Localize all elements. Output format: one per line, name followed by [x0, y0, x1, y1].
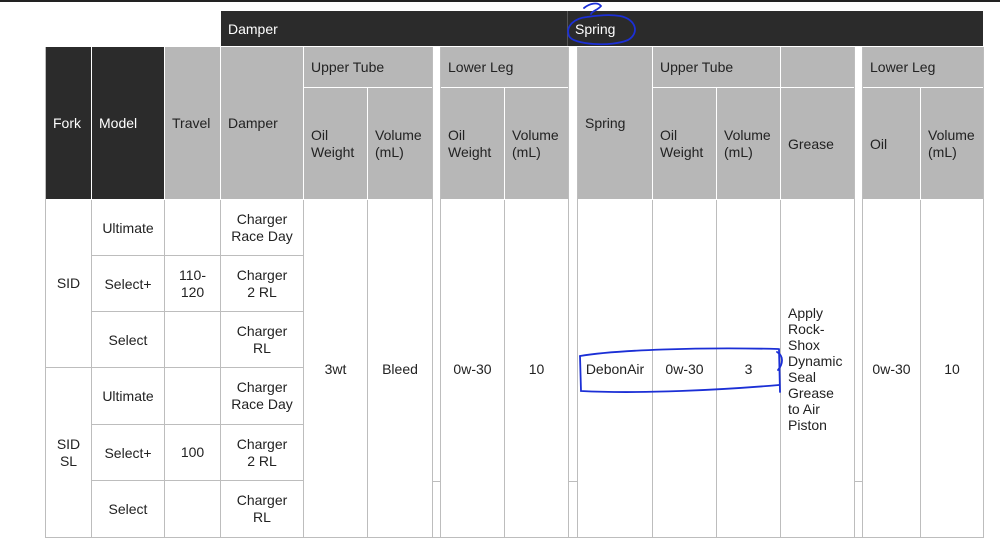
grid-line: [45, 367, 303, 368]
grid-line: [91, 311, 303, 312]
travel-sid-sl: 100: [165, 368, 220, 537]
spring-lower-volume: 10: [921, 200, 983, 537]
header-upper-tube-2: Upper Tube: [653, 47, 780, 87]
spring-upper-oil-weight: 0w-30: [653, 200, 716, 537]
header-fork: Fork: [46, 47, 91, 199]
fork-sid-sl: SID SL: [46, 368, 91, 537]
grid-line: [440, 47, 441, 538]
damper-cell: Charger RL: [221, 481, 303, 537]
model-cell: Select: [92, 312, 164, 367]
lower-leg-oil-weight: 0w-30: [441, 200, 504, 537]
damper-cell: Charger Race Day: [221, 200, 303, 255]
group-header-spring: Spring: [567, 11, 983, 46]
damper-cell: Charger Race Day: [221, 368, 303, 424]
grid-line: [45, 537, 984, 538]
spring-cell: DebonAir: [578, 200, 652, 537]
grid-line: [920, 200, 921, 538]
upper-tube-oil-weight: 3wt: [304, 200, 367, 537]
grid-line: [91, 200, 92, 538]
grid-line: [164, 200, 165, 538]
grid-line: [716, 200, 717, 538]
grid-line: [568, 47, 569, 538]
model-cell: Select: [92, 481, 164, 537]
grid-line: [432, 47, 433, 538]
header-lower-leg: Lower Leg: [441, 47, 568, 87]
header-volume-3: Volume (mL): [717, 88, 780, 199]
header-damper: Damper: [221, 47, 303, 199]
damper-cell: Charger 2 RL: [221, 256, 303, 311]
grid-line: [303, 200, 304, 538]
grid-line: [504, 200, 505, 538]
spring-upper-volume: 3: [717, 200, 780, 537]
grid-line: [983, 47, 984, 538]
grease-cell: Apply Rock- Shox Dynamic Seal Grease to …: [781, 200, 854, 537]
grid-line: [780, 200, 781, 538]
grid-line: [854, 47, 855, 538]
header-travel: Travel: [165, 47, 220, 199]
header-volume-1: Volume (mL): [368, 88, 432, 199]
header-volume-4: Volume (mL): [921, 88, 983, 199]
grid-line: [568, 481, 577, 482]
header-lower-leg-2: Lower Leg: [863, 47, 983, 87]
fork-sid: SID: [46, 200, 91, 367]
grid-line: [854, 481, 863, 482]
upper-tube-volume: Bleed: [368, 200, 432, 537]
spring-lower-oil: 0w-30: [863, 200, 920, 537]
grid-line: [91, 480, 303, 481]
grid-line: [652, 200, 653, 538]
group-header-damper: Damper: [221, 11, 567, 46]
grid-line: [577, 47, 578, 538]
header-upper-tube: Upper Tube: [304, 47, 432, 87]
grid-line: [45, 47, 46, 538]
model-cell: Select+: [92, 425, 164, 480]
damper-cell: Charger 2 RL: [221, 425, 303, 480]
grid-line: [91, 255, 303, 256]
header-oil-weight-3: Oil Weight: [653, 88, 716, 199]
header-blank: [781, 47, 854, 87]
grid-line: [220, 200, 221, 538]
grid-line: [862, 47, 863, 538]
header-spring: Spring: [578, 47, 652, 199]
header-model: Model: [92, 47, 164, 199]
damper-cell: Charger RL: [221, 312, 303, 367]
lower-leg-volume: 10: [505, 200, 568, 537]
travel-sid: 110- 120: [165, 200, 220, 367]
header-oil-weight-1: Oil Weight: [304, 88, 367, 199]
header-grease: Grease: [781, 88, 854, 199]
model-cell: Ultimate: [92, 368, 164, 424]
model-cell: Ultimate: [92, 200, 164, 255]
grid-line: [91, 424, 303, 425]
header-volume-2: Volume (mL): [505, 88, 568, 199]
model-cell: Select+: [92, 256, 164, 311]
header-oil: Oil: [863, 88, 920, 199]
grid-line: [367, 200, 368, 538]
grid-line: [432, 481, 441, 482]
header-oil-weight-2: Oil Weight: [441, 88, 504, 199]
